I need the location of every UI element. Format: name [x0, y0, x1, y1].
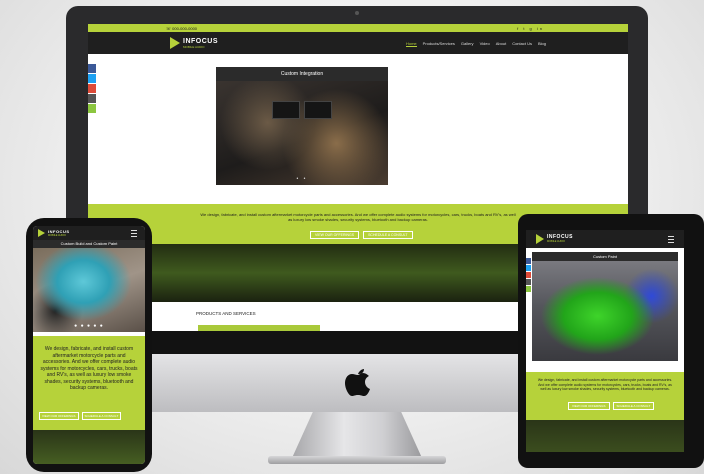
topbar-phone[interactable]: ☏ 000-000-0000	[166, 26, 197, 31]
logo-name: INFOCUS	[183, 37, 218, 45]
menu-icon[interactable]	[131, 230, 137, 237]
menu-icon[interactable]	[668, 236, 674, 243]
googleplus-icon[interactable]	[526, 272, 531, 278]
phone-schedule-consult-button[interactable]: SCHEDULE A CONSULT	[81, 412, 122, 420]
social-sidebar	[88, 64, 96, 114]
site-logo[interactable]: INFOCUS MOBILE AUDIO	[170, 37, 218, 49]
youtube-icon[interactable]	[526, 279, 531, 285]
logo-triangle-icon	[38, 229, 45, 237]
nav-products[interactable]: Products/Services	[423, 41, 455, 47]
view-offerings-button[interactable]: VIEW OUR OFFERINGS	[310, 231, 360, 239]
slide-dots[interactable]: • •	[216, 176, 388, 182]
schedule-consult-button[interactable]: SCHEDULE A CONSULT	[363, 231, 413, 239]
share-icon[interactable]	[88, 104, 96, 113]
facebook-icon[interactable]	[88, 64, 96, 73]
twitter-icon[interactable]	[88, 74, 96, 83]
phone-navbar: INFOCUS MOBILE AUDIO	[33, 226, 145, 240]
tablet-screen: INFOCUS MOBILE AUDIO Custom Paint We des…	[526, 230, 684, 452]
phone-slide-dots[interactable]: ● ● ● ● ●	[33, 323, 145, 329]
nav-gallery[interactable]: Gallery	[461, 41, 474, 47]
tablet-slide-title: Custom Paint	[532, 252, 678, 261]
imac-stand	[292, 412, 422, 458]
apple-logo-icon	[345, 369, 370, 396]
tablet-social-sidebar	[526, 258, 531, 293]
share-icon[interactable]	[526, 286, 531, 292]
nav-about[interactable]: About	[496, 41, 506, 47]
nav-home[interactable]: Home	[405, 41, 417, 47]
slide-photo-detail	[272, 101, 300, 119]
phone-motorcycle-banner	[33, 430, 145, 464]
slide-photo-detail	[304, 101, 332, 119]
nav-video[interactable]: Video	[480, 41, 490, 47]
logo-name: INFOCUS	[48, 228, 70, 234]
tablet-intro-text: We design, fabricate, and install custom…	[537, 378, 673, 391]
phone-slide-title: Custom Build and Custom Paint	[33, 240, 145, 248]
logo-tagline: MOBILE AUDIO	[48, 233, 66, 237]
phone-screen: INFOCUS MOBILE AUDIO Custom Build and Cu…	[33, 226, 145, 464]
products-heading: PRODUCTS AND SERVICES	[196, 311, 256, 316]
topbar-social[interactable]: f t g in	[517, 26, 544, 31]
tablet-logo[interactable]: INFOCUS MOBILE AUDIO	[536, 234, 573, 244]
youtube-icon[interactable]	[88, 94, 96, 103]
googleplus-icon[interactable]	[88, 84, 96, 93]
phone-intro-section: We design, fabricate, and install custom…	[33, 336, 145, 430]
tablet-view-offerings-button[interactable]: VIEW OUR OFFERINGS	[568, 402, 610, 410]
phone-intro-text: We design, fabricate, and install custom…	[40, 346, 138, 391]
nav-blog[interactable]: Blog	[538, 41, 546, 47]
hero-slide[interactable]: • •	[216, 81, 388, 185]
imac-base	[268, 456, 446, 464]
twitter-icon[interactable]	[526, 265, 531, 271]
nav-contact[interactable]: Contact Us	[512, 41, 532, 47]
main-navbar: INFOCUS MOBILE AUDIO Home Products/Servi…	[88, 32, 628, 54]
phone-view-offerings-button[interactable]: VIEW OUR OFFERINGS	[39, 412, 79, 420]
facebook-icon[interactable]	[526, 258, 531, 264]
logo-triangle-icon	[170, 37, 180, 49]
camera-dot	[355, 11, 359, 15]
tablet-intro-section: We design, fabricate, and install custom…	[526, 372, 684, 420]
slide-title: Custom Integration	[216, 67, 388, 81]
tablet-navbar: INFOCUS MOBILE AUDIO	[526, 230, 684, 248]
logo-tagline: MOBILE AUDIO	[547, 240, 565, 243]
logo-tagline: MOBILE AUDIO	[183, 44, 205, 49]
phone-logo[interactable]: INFOCUS MOBILE AUDIO	[38, 229, 70, 237]
nav-menu: Home Products/Services Gallery Video Abo…	[405, 41, 546, 47]
phone-hero-slide[interactable]: ● ● ● ● ●	[33, 248, 145, 332]
tablet-hero-slide[interactable]	[532, 261, 678, 361]
top-contact-bar: ☏ 000-000-0000 f t g in	[88, 24, 628, 32]
tablet-schedule-consult-button[interactable]: SCHEDULE A CONSULT	[612, 402, 655, 410]
intro-text: We design, fabricate, and install custom…	[200, 212, 516, 222]
logo-triangle-icon	[536, 234, 544, 244]
tablet-motorcycle-banner	[526, 420, 684, 452]
